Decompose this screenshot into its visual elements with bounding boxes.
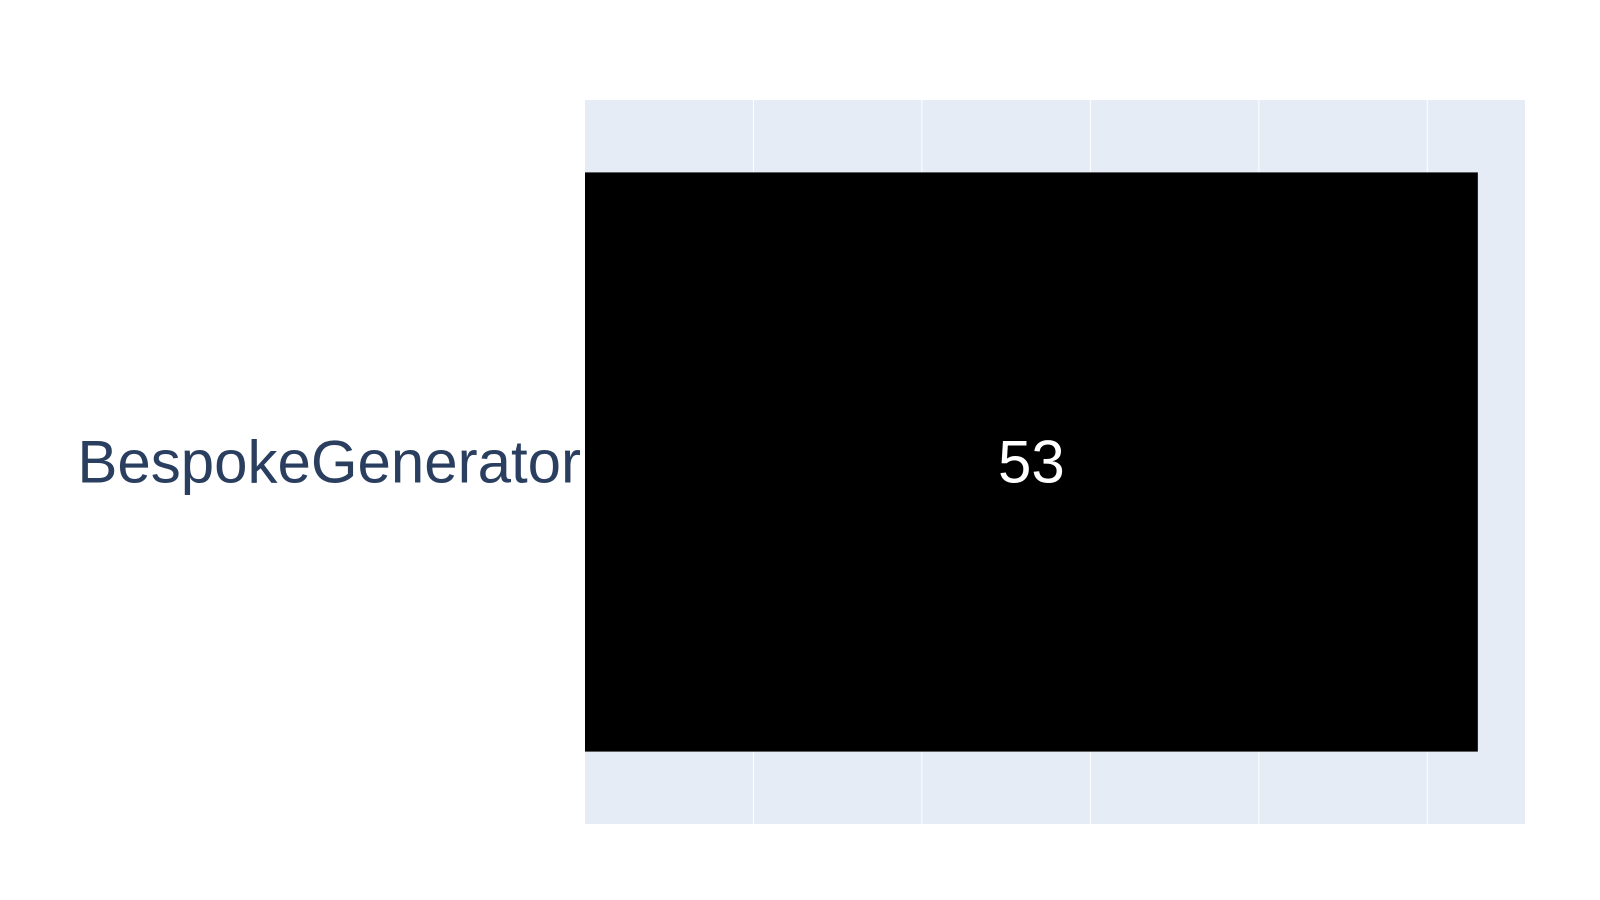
bars: 53 [585, 172, 1478, 752]
bar-chart: 53 BespokeGenerator [77, 100, 1525, 824]
bar-data-label: 53 [998, 429, 1065, 496]
y-tick-label: BespokeGenerator [77, 429, 581, 496]
y-axis-tick-labels: BespokeGenerator [77, 429, 581, 496]
